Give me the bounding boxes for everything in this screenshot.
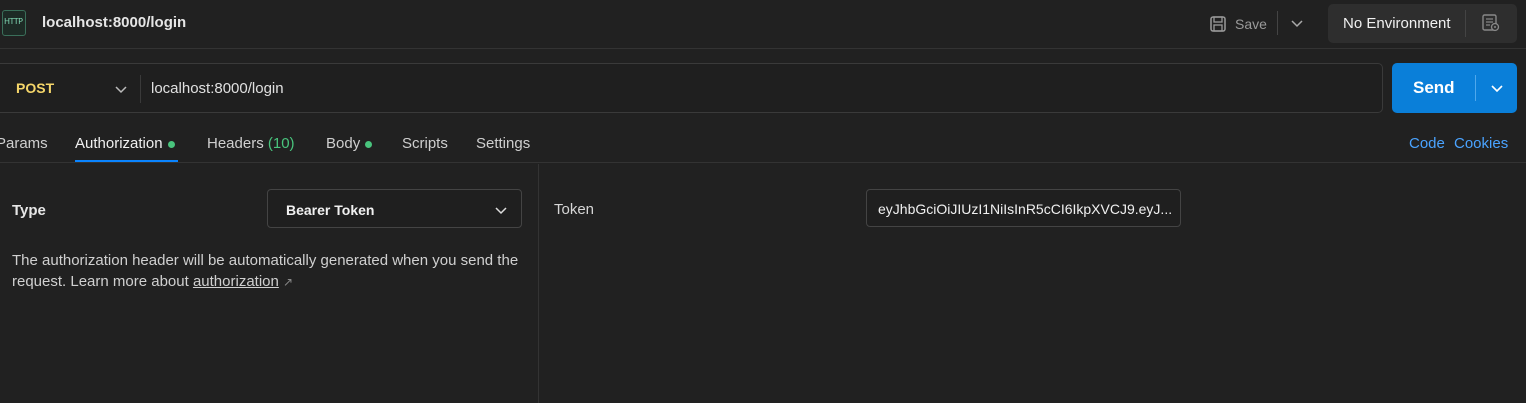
tab-headers[interactable]: Headers (10) [207, 135, 295, 152]
tab-label: Params [0, 135, 48, 152]
tab-count: (10) [267, 135, 295, 152]
auth-type-label: Type [12, 202, 46, 219]
tab-label: Body [326, 135, 361, 152]
chevron-down-icon[interactable] [1490, 81, 1504, 95]
status-dot [365, 140, 373, 148]
divider [1465, 10, 1466, 37]
chevron-down-icon [495, 207, 507, 215]
cookies-link[interactable]: Cookies [1454, 135, 1508, 152]
panel-divider[interactable] [538, 164, 539, 403]
top-bar: HTTP localhost:8000/login Save No Enviro… [0, 0, 1526, 49]
tab-settings[interactable]: Settings [476, 135, 530, 152]
divider [1277, 11, 1278, 35]
environment-label: No Environment [1343, 15, 1451, 32]
environment-quick-look-icon[interactable] [1481, 13, 1501, 33]
tab-params[interactable]: Params [0, 135, 48, 152]
tab-label: Authorization [75, 135, 163, 152]
token-label: Token [554, 201, 595, 218]
tab-label: Scripts [402, 135, 448, 152]
code-link[interactable]: Code [1409, 135, 1445, 152]
send-label: Send [1413, 78, 1455, 97]
save-label: Save [1235, 16, 1267, 32]
active-tab-indicator [75, 160, 178, 162]
save-icon [1210, 16, 1226, 32]
send-button[interactable]: Send [1392, 63, 1517, 113]
request-url-bar: POST localhost:8000/login [0, 63, 1383, 113]
chevron-down-icon[interactable] [114, 82, 128, 96]
tab-authorization[interactable]: Authorization [75, 135, 175, 152]
method-select[interactable]: POST [16, 80, 54, 96]
token-value: eyJhbGciOiJIUzI1NiIsInR5cCI6IkpXVCJ9.eyJ… [878, 201, 1173, 217]
divider [140, 75, 141, 103]
auth-description: The authorization header will be automat… [12, 250, 532, 293]
http-icon-text: HTTP [4, 17, 23, 26]
chevron-down-icon[interactable] [1290, 16, 1304, 30]
auth-type-select[interactable]: Bearer Token [267, 189, 522, 228]
status-dot [167, 140, 175, 148]
tab-body[interactable]: Body [326, 135, 373, 152]
environment-selector[interactable]: No Environment [1328, 4, 1517, 43]
tab-scripts[interactable]: Scripts [402, 135, 448, 152]
request-tab-title[interactable]: localhost:8000/login [42, 14, 186, 31]
divider [1475, 75, 1476, 101]
external-link-icon: ↗ [283, 275, 294, 289]
auth-type-value: Bearer Token [286, 202, 375, 218]
tab-label: Settings [476, 135, 531, 152]
token-input[interactable]: eyJhbGciOiJIUzI1NiIsInR5cCI6IkpXVCJ9.eyJ… [866, 189, 1181, 227]
url-input[interactable]: localhost:8000/login [151, 80, 284, 97]
request-tabs: Params Authorization Headers (10) Body S… [0, 125, 1526, 163]
http-request-icon: HTTP [2, 10, 26, 36]
save-button[interactable]: Save [1209, 12, 1267, 36]
tab-label: Headers [207, 135, 264, 152]
authorization-docs-link[interactable]: authorization [193, 273, 279, 290]
